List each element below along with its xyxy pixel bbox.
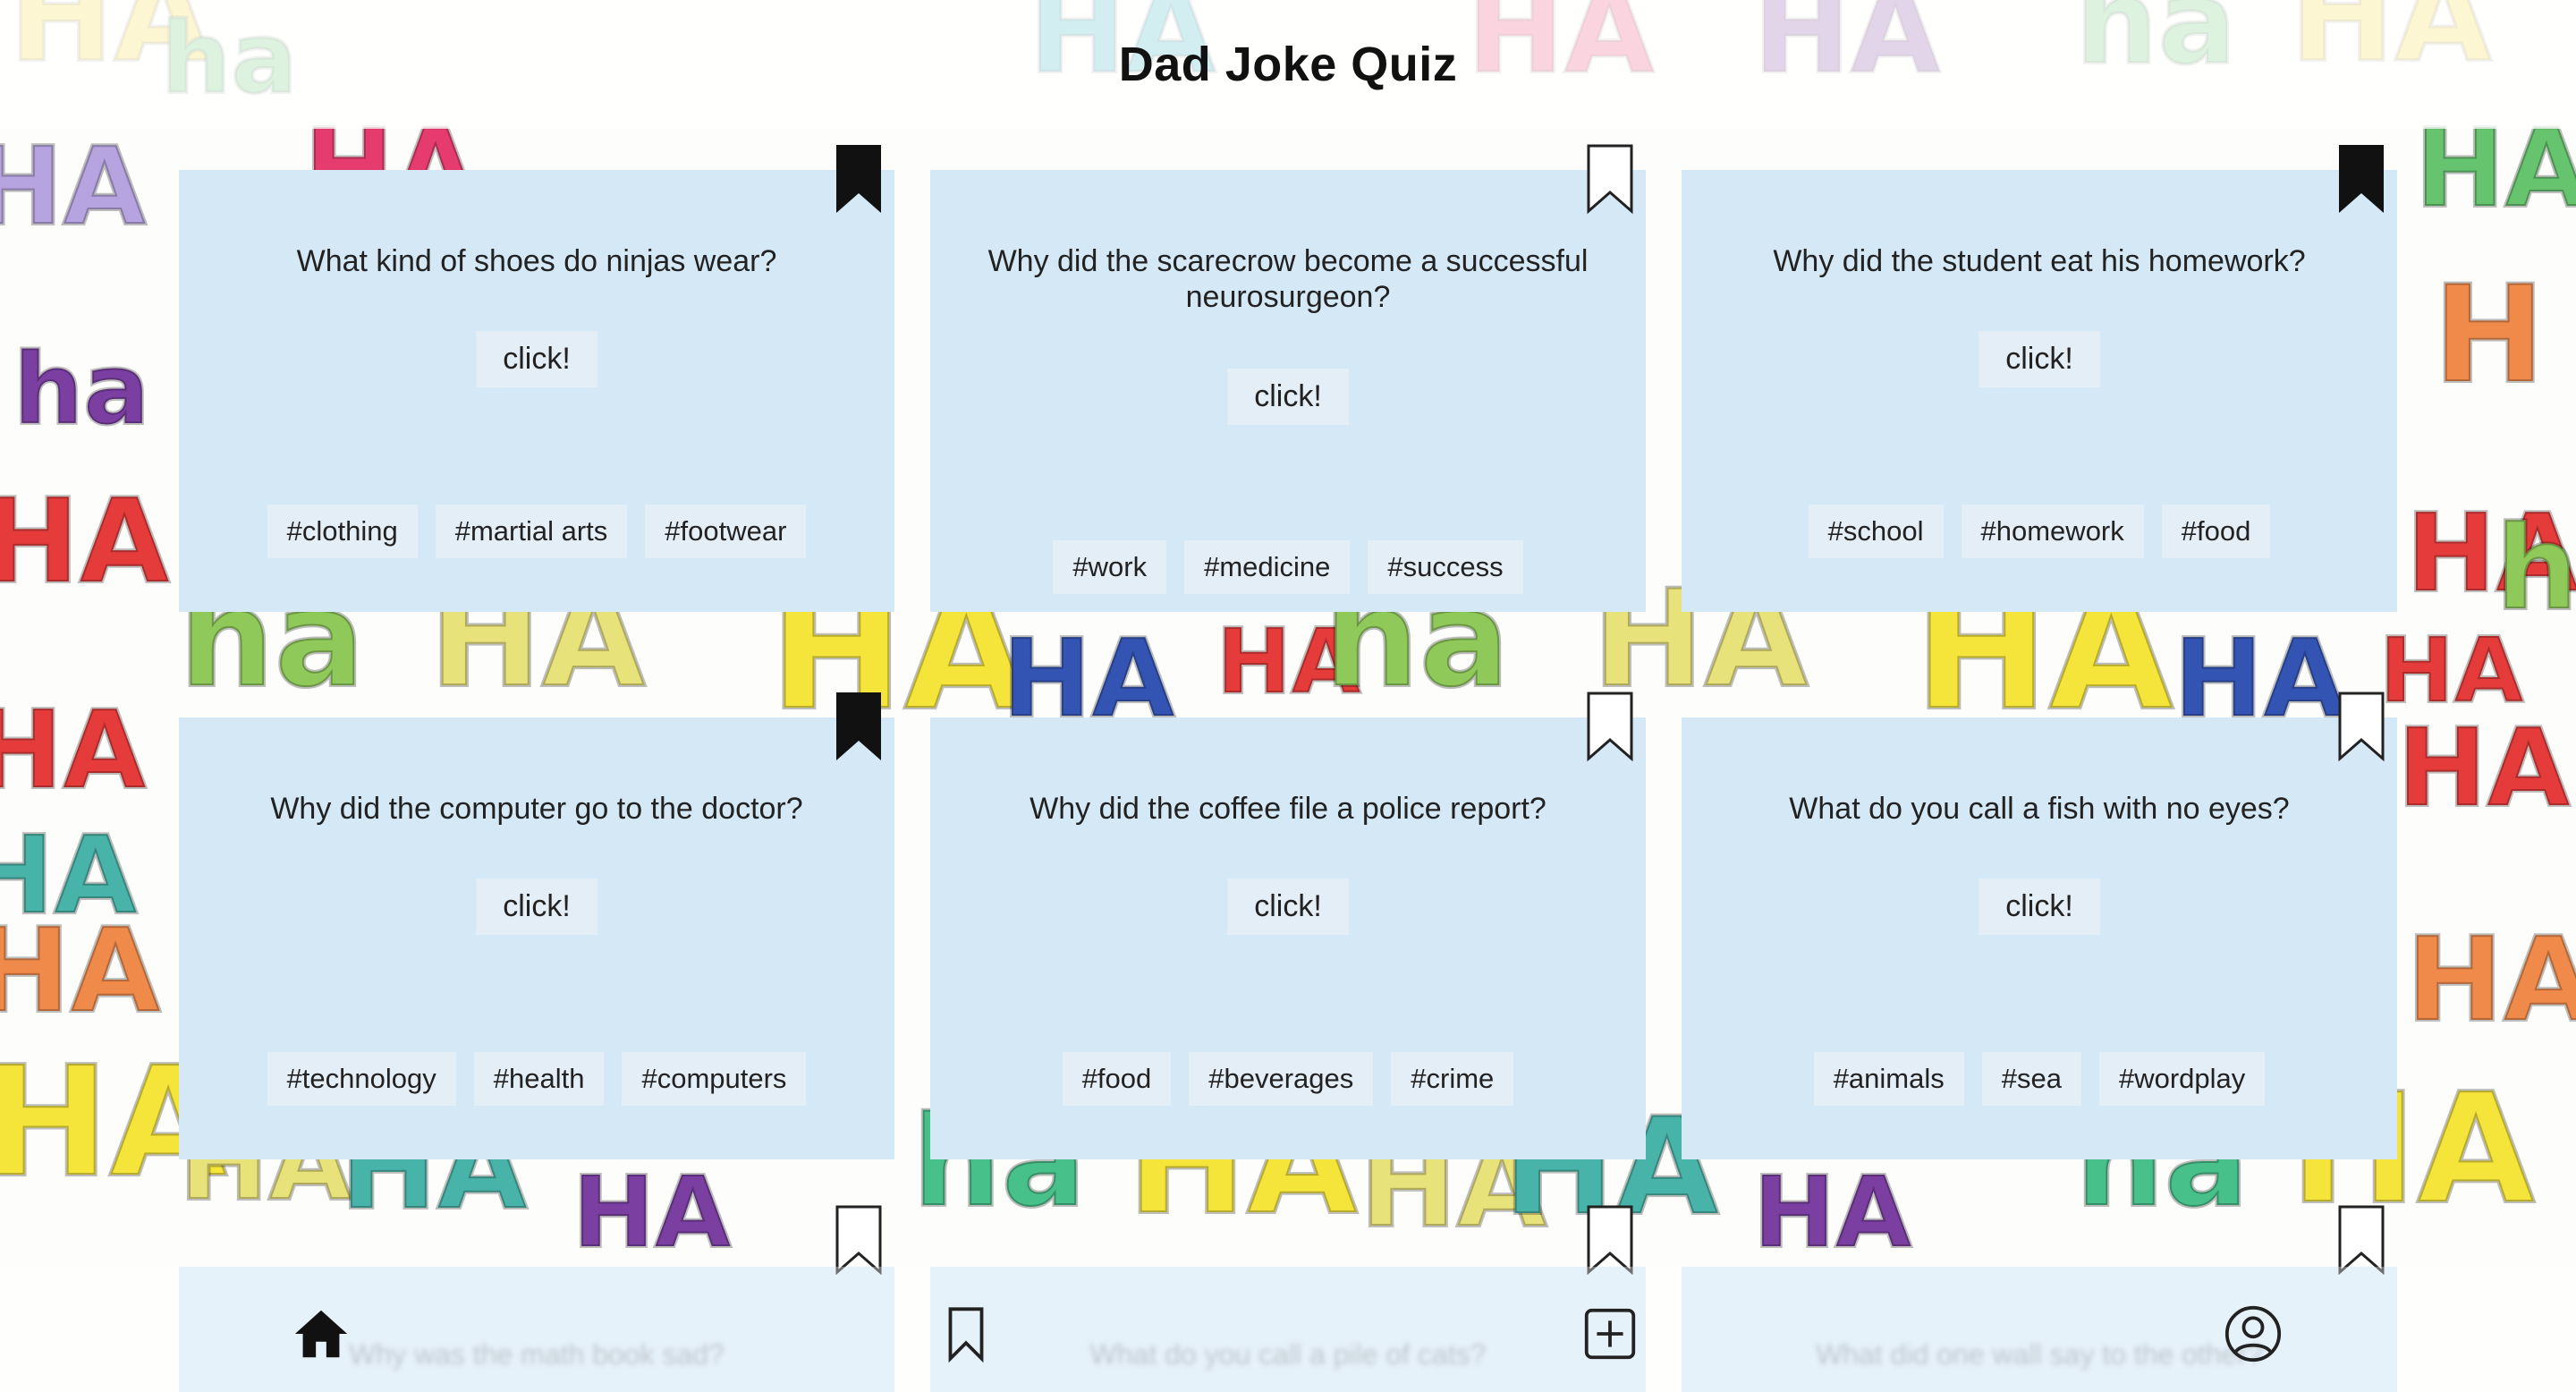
add-icon[interactable] <box>1579 1303 1641 1365</box>
app-header: Dad Joke Quiz <box>0 0 2576 129</box>
bookmark-icon[interactable] <box>834 143 884 215</box>
tag-list: #technology #health #computers <box>179 1052 894 1106</box>
joke-question: Why did the computer go to the doctor? <box>270 792 803 826</box>
joke-question: Why did the scarecrow become a successfu… <box>987 244 1589 314</box>
bg-word: HA <box>2404 912 2576 1048</box>
tag-chip[interactable]: #medicine <box>1184 540 1351 594</box>
tag-chip[interactable]: #computers <box>622 1052 807 1106</box>
tag-list: #animals #sea #wordplay <box>1682 1052 2397 1106</box>
tag-list: #school #homework #food <box>1682 505 2397 558</box>
profile-icon[interactable] <box>2222 1303 2284 1365</box>
tag-chip[interactable]: #animals <box>1813 1052 1964 1106</box>
bookmark-icon[interactable] <box>1585 1204 1635 1276</box>
reveal-answer-button[interactable]: click! <box>1227 369 1349 425</box>
tag-chip[interactable]: #beverages <box>1189 1052 1374 1106</box>
joke-question: What do you call a fish with no eyes? <box>1789 792 2290 826</box>
bookmark-icon[interactable] <box>2336 691 2386 762</box>
tag-list: #food #beverages #crime <box>930 1052 1646 1106</box>
bookmark-icon[interactable] <box>1585 691 1635 762</box>
bg-word: HA <box>2395 707 2572 831</box>
bg-word: HA <box>0 125 148 250</box>
joke-card: Why did the coffee file a police report?… <box>930 692 1646 1159</box>
tag-chip[interactable]: #food <box>2161 505 2271 558</box>
tag-chip[interactable]: #martial arts <box>435 505 628 558</box>
bg-word: HA <box>2413 107 2576 232</box>
tag-chip[interactable]: #homework <box>1961 505 2144 558</box>
tag-chip[interactable]: #sea <box>1981 1052 2081 1106</box>
tag-list: #clothing #martial arts #footwear <box>179 505 894 558</box>
reveal-answer-button[interactable]: click! <box>1979 878 2100 935</box>
joke-question: Why did the student eat his homework? <box>1773 244 2306 278</box>
home-icon[interactable] <box>290 1303 352 1365</box>
app-title: Dad Joke Quiz <box>1118 38 1458 91</box>
joke-question: Why did the coffee file a police report? <box>1030 792 1546 826</box>
reveal-answer-button[interactable]: click! <box>1979 331 2100 387</box>
tag-list: #work #medicine #success <box>930 540 1646 594</box>
tag-chip[interactable]: #school <box>1808 505 1944 558</box>
bg-word: HA <box>0 689 148 813</box>
joke-card: What do you call a fish with no eyes? cl… <box>1682 692 2397 1159</box>
bottom-nav <box>0 1267 2576 1392</box>
bookmark-icon[interactable] <box>2336 1204 2386 1276</box>
tag-chip[interactable]: #wordplay <box>2098 1052 2266 1106</box>
tag-chip[interactable]: #crime <box>1391 1052 1514 1106</box>
joke-question: What kind of shoes do ninjas wear? <box>296 244 777 278</box>
joke-card: Why did the scarecrow become a successfu… <box>930 144 1646 612</box>
reveal-answer-button[interactable]: click! <box>476 331 597 387</box>
tag-chip[interactable]: #work <box>1053 540 1167 594</box>
bookmark-icon[interactable] <box>834 1204 884 1276</box>
joke-card: What kind of shoes do ninjas wear? click… <box>179 145 894 612</box>
tag-chip[interactable]: #footwear <box>645 505 807 558</box>
tag-chip[interactable]: #health <box>473 1052 605 1106</box>
bg-word: H <box>2431 258 2547 413</box>
bookmark-icon[interactable] <box>834 691 884 762</box>
tag-chip[interactable]: #clothing <box>267 505 418 558</box>
tag-chip[interactable]: #food <box>1062 1052 1172 1106</box>
bg-word: HA <box>571 1155 733 1269</box>
reveal-answer-button[interactable]: click! <box>1227 878 1349 935</box>
tag-chip[interactable]: #technology <box>267 1052 456 1106</box>
bg-word: HA <box>0 903 162 1039</box>
bookmark-icon[interactable] <box>1585 143 1635 215</box>
bookmark-icon[interactable] <box>935 1303 997 1365</box>
tag-chip[interactable]: #success <box>1368 540 1523 594</box>
joke-card: Why did the computer go to the doctor? c… <box>179 692 894 1159</box>
bg-word: HA <box>2377 618 2525 723</box>
joke-card: Why did the student eat his homework? cl… <box>1682 145 2397 612</box>
bg-word: ha <box>2494 500 2576 636</box>
reveal-answer-button[interactable]: click! <box>476 878 597 935</box>
bg-word: ha <box>12 332 152 446</box>
bg-word: HA <box>0 473 171 609</box>
bg-word: HA <box>1751 1155 1913 1269</box>
bookmark-icon[interactable] <box>2336 143 2386 215</box>
